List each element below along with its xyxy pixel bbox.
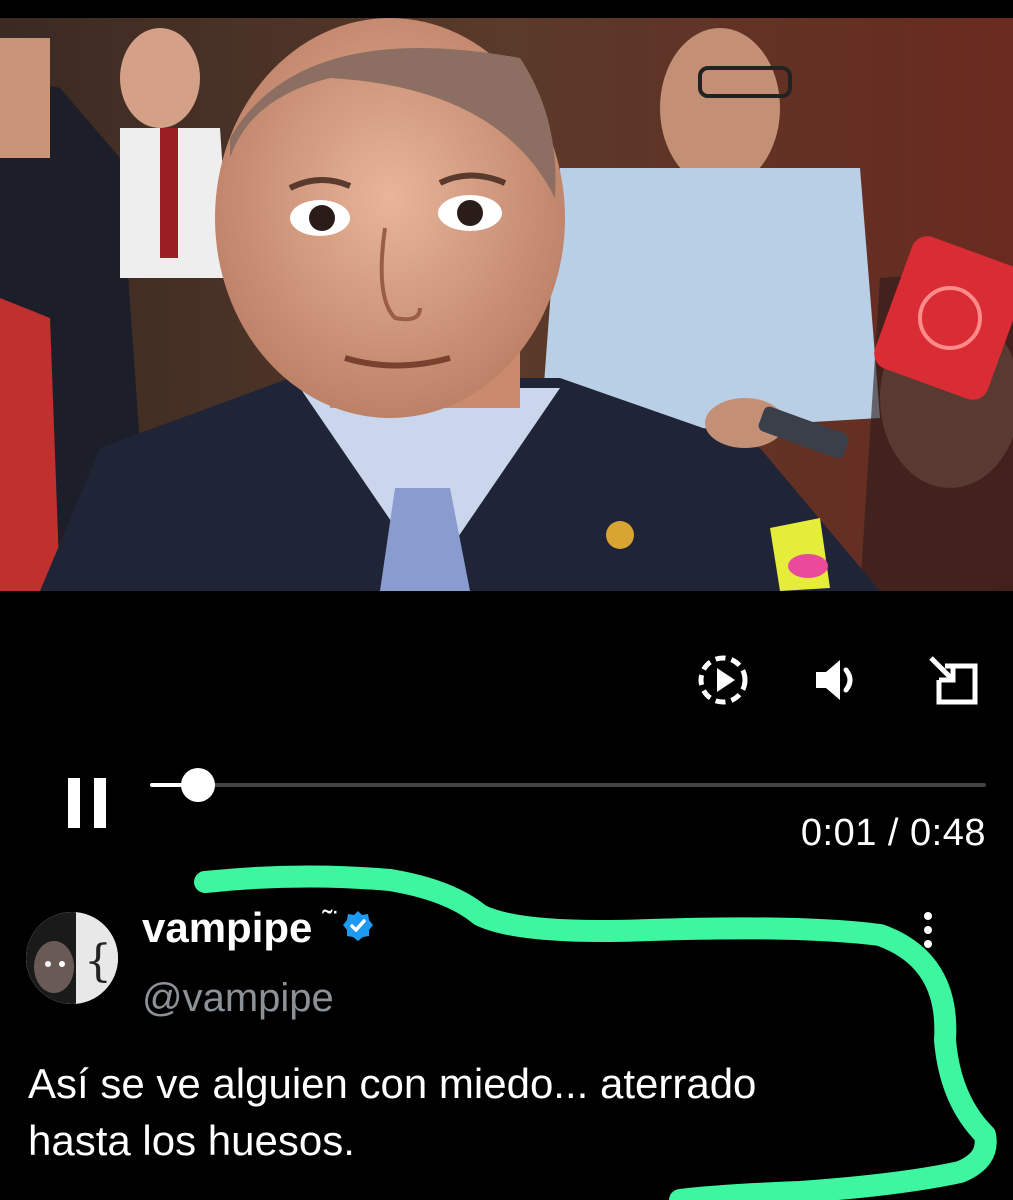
author-name-row: vampipe ˜̈ (142, 904, 374, 952)
video-controls-top (693, 650, 983, 710)
video-progress-slider[interactable] (150, 768, 986, 802)
avatar[interactable]: { (26, 912, 118, 1004)
volume-icon[interactable] (808, 650, 868, 710)
pause-button[interactable] (64, 776, 114, 831)
exit-fullscreen-icon[interactable] (923, 650, 983, 710)
total-duration: 0:48 (910, 812, 986, 854)
video-player[interactable] (0, 18, 1013, 591)
display-name[interactable]: vampipe (142, 904, 312, 952)
tweet: { vampipe ˜̈ @vampipe Así se ve alguien … (0, 880, 1013, 1200)
tweet-text-line: hasta los huesos. (28, 1117, 355, 1164)
more-options-button[interactable] (913, 910, 943, 950)
tweet-text-line: Así se ve alguien con miedo... aterrado (28, 1060, 757, 1107)
progress-thumb[interactable] (180, 768, 215, 802)
more-options-icon (924, 912, 932, 948)
avatar-image: { (26, 912, 118, 1004)
svg-text:{: { (84, 936, 112, 987)
video-frame-image (0, 18, 1013, 591)
time-readout: 0:01 / 0:48 (801, 812, 986, 855)
elapsed-time: 0:01 (800, 812, 877, 854)
progress-track (150, 783, 986, 787)
name-emoji: ˜̈ (322, 905, 333, 938)
tweet-text: Así se ve alguien con miedo... aterrado … (28, 1055, 988, 1169)
pause-icon (68, 778, 106, 828)
playback-speed-icon[interactable] (693, 650, 753, 710)
author-handle[interactable]: @vampipe (142, 976, 334, 1021)
time-separator: / (887, 812, 899, 854)
verified-badge-icon (342, 910, 374, 947)
